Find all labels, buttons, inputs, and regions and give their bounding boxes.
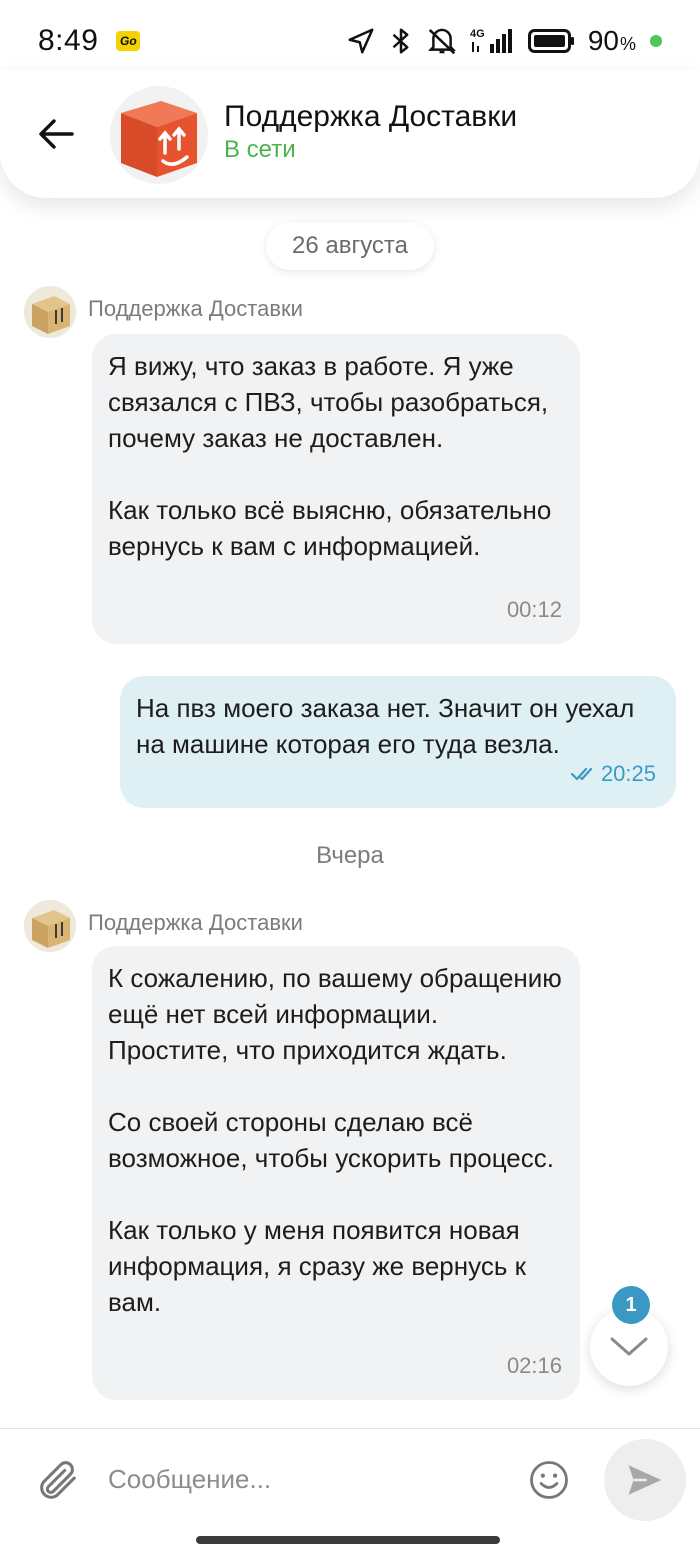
message-time: 20:25 bbox=[570, 756, 656, 792]
location-icon bbox=[346, 26, 376, 56]
status-left: 8:49 Go bbox=[38, 24, 141, 58]
svg-text:4G: 4G bbox=[470, 28, 485, 40]
back-button[interactable] bbox=[36, 114, 76, 154]
online-status: В сети bbox=[224, 136, 296, 163]
delivery-box-logo-icon bbox=[121, 101, 197, 177]
privacy-indicator-dot bbox=[650, 35, 662, 47]
message-bubble-incoming[interactable]: Я вижу, что заказ в работе. Я уже связал… bbox=[92, 334, 580, 644]
message-time: 00:12 bbox=[506, 597, 562, 622]
battery-percent: 90% bbox=[588, 25, 636, 57]
send-button[interactable] bbox=[604, 1439, 686, 1521]
send-icon bbox=[628, 1465, 662, 1495]
sender-avatar[interactable] bbox=[24, 286, 76, 338]
chevron-down-icon bbox=[610, 1337, 648, 1356]
attach-button[interactable] bbox=[34, 1457, 80, 1503]
chat-avatar[interactable] bbox=[110, 86, 208, 184]
chat-title: Поддержка Доставки bbox=[224, 100, 518, 133]
message-text: Я вижу, что заказ в работе. Я уже связал… bbox=[108, 351, 552, 561]
battery-unit: % bbox=[619, 34, 636, 54]
header-info[interactable]: Поддержка Доставки В сети bbox=[224, 100, 517, 164]
battery-icon bbox=[527, 28, 576, 54]
date-separator: Вчера bbox=[316, 842, 384, 869]
date-separator: 26 августа bbox=[266, 222, 434, 270]
paperclip-icon bbox=[40, 1461, 76, 1499]
message-bubble-incoming[interactable]: К сожалению, по вашему обращению ещё нет… bbox=[92, 946, 580, 1400]
sender-avatar[interactable] bbox=[24, 900, 76, 952]
battery-value: 90 bbox=[587, 25, 619, 56]
emoji-button[interactable] bbox=[528, 1459, 570, 1501]
status-right: 4G 90% bbox=[346, 25, 662, 57]
sender-name: Поддержка Доставки bbox=[88, 910, 303, 935]
message-text: На пвз моего заказа нет. Значит он уехал… bbox=[136, 693, 635, 759]
app-notification-icon: Go bbox=[116, 31, 141, 51]
mute-icon bbox=[426, 26, 458, 56]
message-text: К сожалению, по вашему обращению ещё нет… bbox=[108, 963, 562, 1317]
double-check-icon bbox=[570, 767, 593, 781]
smile-icon bbox=[530, 1461, 568, 1499]
signal-icon: 4G bbox=[470, 26, 516, 56]
unread-count-badge: 1 bbox=[612, 1286, 650, 1324]
arrow-left-icon bbox=[39, 119, 74, 149]
bluetooth-icon bbox=[388, 26, 414, 56]
box-avatar-icon bbox=[24, 286, 76, 338]
message-input[interactable] bbox=[108, 1453, 508, 1505]
home-indicator[interactable] bbox=[196, 1536, 500, 1544]
message-time-value: 20:25 bbox=[600, 761, 656, 786]
message-time: 02:16 bbox=[506, 1353, 562, 1378]
sender-name: Поддержка Доставки bbox=[88, 296, 303, 321]
chat-header: Поддержка Доставки В сети bbox=[0, 70, 700, 198]
message-bubble-outgoing[interactable]: На пвз моего заказа нет. Значит он уехал… bbox=[120, 676, 676, 808]
box-avatar-icon bbox=[24, 900, 76, 952]
status-time: 8:49 bbox=[38, 24, 99, 57]
